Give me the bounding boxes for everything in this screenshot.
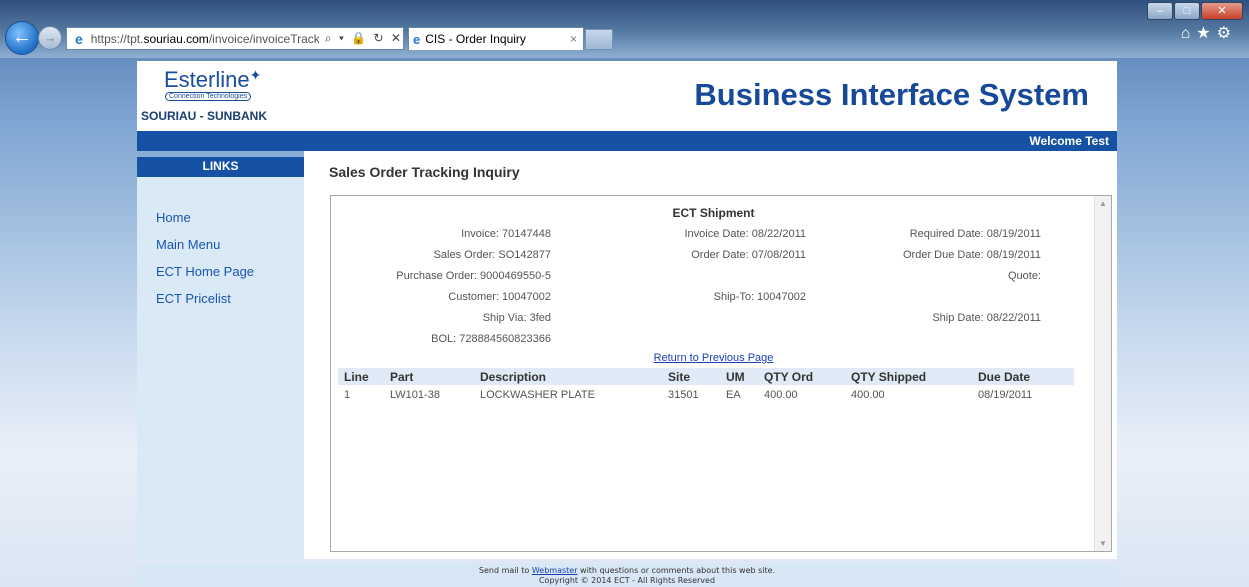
cell-qty-shipped: 400.00 [851, 388, 885, 401]
address-tools-icons[interactable]: ⌕ ▾ 🔒 ↻ ✕ [325, 31, 403, 46]
logo-star-icon: ✦ [249, 67, 262, 83]
cell-site: 31501 [668, 388, 699, 401]
scroll-down-icon[interactable]: ▼ [1099, 539, 1107, 548]
required-date-field: Required Date: 08/19/2011 [909, 228, 1041, 240]
maximize-button[interactable]: □ [1174, 2, 1200, 20]
col-qty-ord: QTY Ord [758, 368, 845, 385]
tab-title: CIS - Order Inquiry [425, 32, 526, 46]
forward-arrow-icon[interactable]: → [38, 26, 62, 50]
col-description: Description [474, 368, 662, 385]
order-lines-table: Line Part Description Site UM QTY Ord QT… [338, 368, 1074, 404]
quote-field: Quote: [1007, 270, 1041, 282]
bol-field: BOL: 728884560823366 [431, 333, 551, 345]
cell-description: LOCKWASHER PLATE [480, 388, 595, 401]
panel-scrollbar[interactable]: ▲ ▼ [1094, 196, 1111, 551]
col-part: Part [384, 368, 474, 385]
invoice-field: Invoice: 70147448 [461, 228, 551, 240]
col-site: Site [662, 368, 720, 385]
customer-field: Customer: 10047002 [448, 291, 551, 303]
webmaster-link[interactable]: Webmaster [532, 566, 578, 575]
purchase-order-field: Purchase Order: 9000469550-5 [396, 270, 551, 282]
site-title: Business Interface System [694, 77, 1089, 112]
page-title: Sales Order Tracking Inquiry [329, 164, 520, 180]
col-line: Line [338, 368, 384, 385]
logo-subtitle: Connection Technologies [165, 92, 252, 101]
welcome-bar: Welcome Test [137, 131, 1117, 151]
col-um: UM [720, 368, 758, 385]
ship-to-field: Ship-To: 10047002 [713, 291, 806, 303]
scroll-up-icon[interactable]: ▲ [1099, 199, 1107, 208]
address-bar[interactable]: e https://tpt.souriau.com/invoice/invoic… [66, 27, 404, 50]
cell-due-date: 08/19/2011 [978, 388, 1033, 401]
cell-line: 1 [344, 388, 351, 401]
logo-brand: SOURIAU - SUNBANK [141, 109, 267, 123]
cell-part: LW101-38 [390, 388, 440, 401]
ship-date-field: Ship Date: 08/22/2011 [932, 312, 1041, 324]
links-heading: LINKS [137, 157, 304, 177]
esterline-logo[interactable]: Esterline✦ [164, 67, 261, 93]
return-to-previous-link[interactable]: Return to Previous Page [331, 352, 1096, 364]
sidebar-item-ect-pricelist[interactable]: ECT Pricelist [137, 291, 304, 318]
shipment-title: ECT Shipment [672, 206, 755, 220]
welcome-text: Welcome Test [1029, 134, 1109, 148]
sales-order-field: Sales Order: SO142877 [433, 249, 551, 261]
browser-tab[interactable]: e CIS - Order Inquiry × [408, 27, 584, 50]
window-controls: – □ ✕ [1146, 2, 1243, 20]
cell-um: EA [726, 388, 741, 401]
close-window-button[interactable]: ✕ [1201, 2, 1243, 20]
ship-via-field: Ship Via: 3fed [482, 312, 551, 324]
order-date-field: Order Date: 07/08/2011 [691, 249, 806, 261]
address-url[interactable]: https://tpt.souriau.com/invoice/invoiceT… [91, 32, 319, 46]
footer-copyright: Copyright © 2014 ECT - All Rights Reserv… [538, 576, 716, 585]
ie-logo-icon: e [74, 30, 83, 47]
col-qty-shipped: QTY Shipped [845, 368, 972, 385]
home-favorites-settings-icons[interactable]: ⌂★⚙ [1181, 23, 1237, 43]
tab-ie-icon: e [413, 31, 421, 47]
web-page: Esterline✦ Connection Technologies SOURI… [137, 61, 1117, 587]
order-due-date-field: Order Due Date: 08/19/2011 [903, 249, 1041, 261]
back-arrow-icon[interactable]: ← [5, 21, 39, 55]
table-row: 1 LW101-38 LOCKWASHER PLATE 31501 EA 400… [338, 385, 1074, 404]
site-header: Esterline✦ Connection Technologies SOURI… [137, 61, 1117, 131]
sidebar-links: Home Main Menu ECT Home Page ECT Priceli… [137, 177, 304, 318]
table-header-row: Line Part Description Site UM QTY Ord QT… [338, 368, 1074, 385]
browser-chrome: – □ ✕ ← → e https://tpt.souriau.com/invo… [0, 0, 1249, 58]
footer-mail-line: Send mail to Webmaster with questions or… [478, 566, 776, 575]
col-due-date: Due Date [972, 368, 1074, 385]
site-footer: Send mail to Webmaster with questions or… [137, 564, 1117, 587]
sidebar: LINKS Home Main Menu ECT Home Page ECT P… [137, 157, 304, 559]
main-content: Sales Order Tracking Inquiry ECT Shipmen… [304, 151, 1117, 559]
sidebar-item-ect-home-page[interactable]: ECT Home Page [137, 264, 304, 291]
minimize-button[interactable]: – [1147, 2, 1173, 20]
sidebar-item-home[interactable]: Home [137, 210, 304, 237]
new-tab-button[interactable] [585, 29, 613, 50]
shipment-panel: ECT Shipment Invoice: 70147448 Invoice D… [330, 195, 1112, 552]
invoice-date-field: Invoice Date: 08/22/2011 [684, 228, 807, 240]
tab-close-icon[interactable]: × [570, 32, 577, 46]
sidebar-item-main-menu[interactable]: Main Menu [137, 237, 304, 264]
cell-qty-ord: 400.00 [764, 388, 798, 401]
